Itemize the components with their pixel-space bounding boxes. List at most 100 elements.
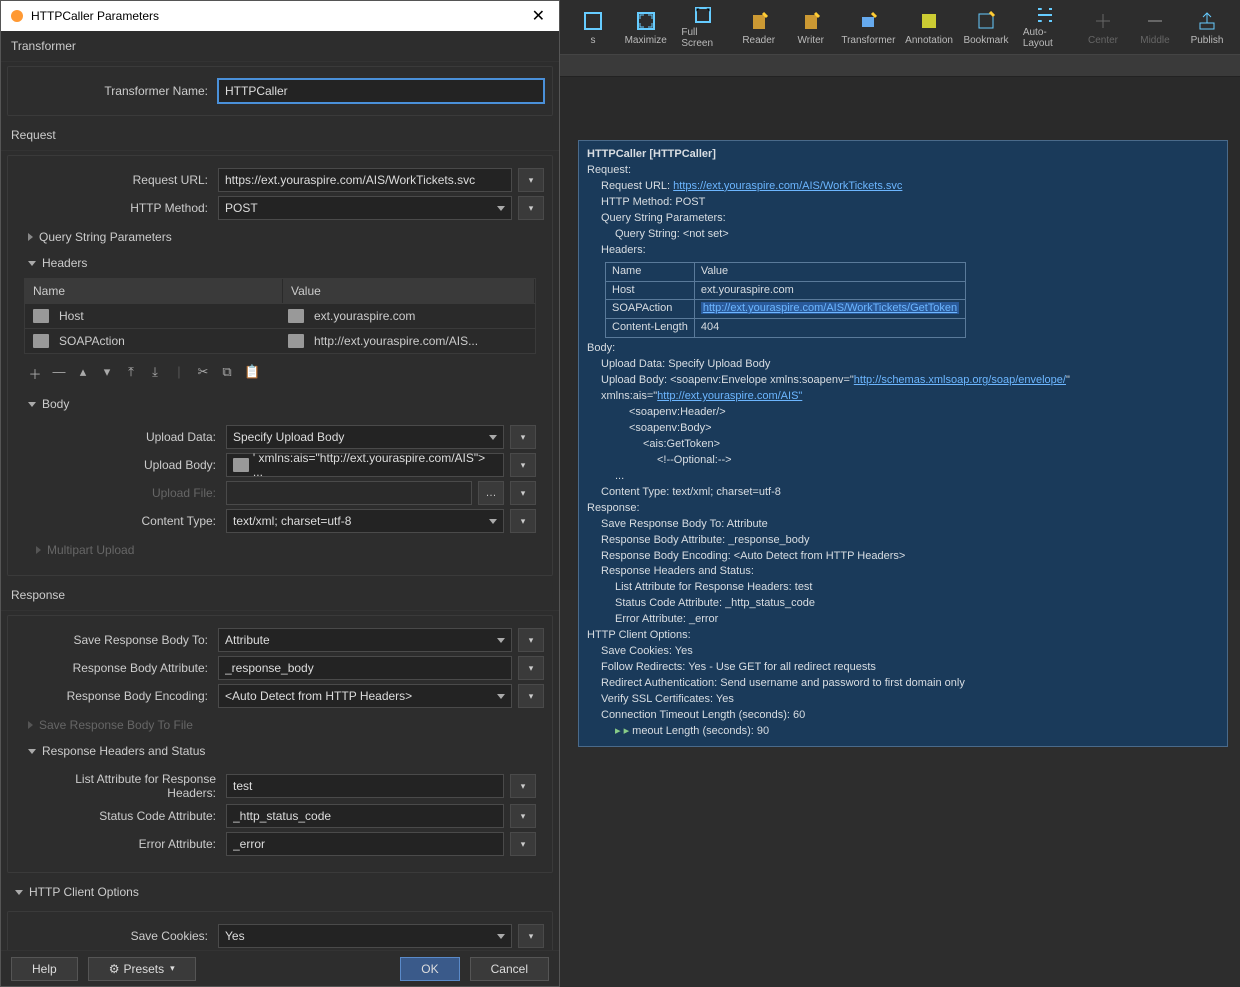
- tool-maximize[interactable]: Maximize: [620, 3, 671, 51]
- tooltip-url-link[interactable]: https://ext.youraspire.com/AIS/WorkTicke…: [673, 180, 902, 192]
- expander-body[interactable]: Body: [16, 391, 544, 417]
- upload-body-input[interactable]: ' xmlns:ais="http://ext.youraspire.com/A…: [226, 453, 504, 477]
- tool-partial[interactable]: s: [568, 3, 618, 51]
- chevron-right-icon: [28, 233, 33, 241]
- list-attr-menu-button[interactable]: [510, 774, 536, 798]
- col-name[interactable]: Name: [25, 279, 283, 303]
- table-row[interactable]: SOAPAction http://ext.youraspire.com/AIS…: [25, 328, 535, 353]
- label-save-response-to: Save Response Body To:: [16, 633, 212, 647]
- label-save-cookies: Save Cookies:: [16, 929, 212, 943]
- response-body-enc-select[interactable]: <Auto Detect from HTTP Headers>: [218, 684, 512, 708]
- chevron-down-icon: [15, 890, 23, 895]
- remove-icon[interactable]: —: [52, 364, 66, 383]
- request-url-input[interactable]: [218, 168, 512, 192]
- httpcaller-dialog: HTTPCaller Parameters ✕ Transformer Tran…: [0, 0, 560, 987]
- expander-response-headers-status[interactable]: Response Headers and Status: [16, 738, 544, 764]
- row-icon: [288, 334, 304, 348]
- expander-query-string[interactable]: Query String Parameters: [16, 224, 544, 250]
- content-type-select[interactable]: text/xml; charset=utf-8: [226, 509, 504, 533]
- move-down-icon[interactable]: ▾: [100, 364, 114, 383]
- upload-file-menu-button: [510, 481, 536, 505]
- chevron-down-icon: [489, 435, 497, 440]
- chevron-down-icon: [28, 402, 36, 407]
- error-attr-input[interactable]: [226, 832, 504, 856]
- paste-icon[interactable]: 📋: [244, 364, 258, 383]
- section-response: Response: [1, 580, 559, 611]
- canvas-tabstrip: [560, 55, 1240, 77]
- status-code-attr-input[interactable]: [226, 804, 504, 828]
- presets-button[interactable]: ⚙Presets▾: [88, 957, 196, 981]
- upload-data-select[interactable]: Specify Upload Body: [226, 425, 504, 449]
- copy-icon[interactable]: ⧉: [220, 364, 234, 383]
- expander-http-client-options[interactable]: HTTP Client Options: [1, 877, 559, 907]
- save-cookies-select[interactable]: Yes: [218, 924, 512, 948]
- col-value[interactable]: Value: [283, 279, 535, 303]
- label-upload-data: Upload Data:: [24, 430, 220, 444]
- list-attr-input[interactable]: [226, 774, 504, 798]
- tool-writer[interactable]: Writer: [786, 3, 836, 51]
- upload-body-menu-button[interactable]: [510, 453, 536, 477]
- tool-annotation[interactable]: Annotation: [901, 3, 957, 51]
- chevron-down-icon: [28, 261, 36, 266]
- label-request-url: Request URL:: [16, 173, 212, 187]
- content-type-menu-button[interactable]: [510, 509, 536, 533]
- tooltip-panel: HTTPCaller [HTTPCaller] Request: Request…: [578, 140, 1228, 747]
- move-up-icon[interactable]: ▴: [76, 364, 90, 383]
- tooltip-soapaction-link[interactable]: http://ext.youraspire.com/AIS/WorkTicket…: [701, 302, 959, 314]
- chevron-down-icon: [497, 934, 505, 939]
- window-title: HTTPCaller Parameters: [31, 9, 159, 23]
- label-http-method: HTTP Method:: [16, 201, 212, 215]
- table-row[interactable]: Host ext.youraspire.com: [25, 303, 535, 328]
- label-upload-body: Upload Body:: [24, 458, 220, 472]
- tool-publish[interactable]: Publish: [1182, 3, 1232, 51]
- save-response-to-menu-button[interactable]: [518, 628, 544, 652]
- add-icon[interactable]: ＋: [28, 364, 42, 383]
- label-response-body-attr: Response Body Attribute:: [16, 661, 212, 675]
- upload-data-menu-button[interactable]: [510, 425, 536, 449]
- help-button[interactable]: Help: [11, 957, 78, 981]
- save-cookies-menu-button[interactable]: [518, 924, 544, 948]
- headers-table: Name Value Host ext.youraspire.com SOAPA…: [24, 278, 536, 354]
- request-url-menu-button[interactable]: [518, 168, 544, 192]
- status-code-attr-menu-button[interactable]: [510, 804, 536, 828]
- tool-fullscreen[interactable]: Full Screen: [673, 3, 731, 51]
- response-body-attr-menu-button[interactable]: [518, 656, 544, 680]
- tooltip-title: HTTPCaller [HTTPCaller]: [587, 147, 1219, 163]
- ok-button[interactable]: OK: [400, 957, 459, 981]
- chevron-down-icon: [497, 694, 505, 699]
- dialog-footer: Help ⚙Presets▾ OK Cancel: [1, 950, 559, 986]
- http-method-select[interactable]: POST: [218, 196, 512, 220]
- tooltip-headers-table: NameValue Hostext.youraspire.com SOAPAct…: [605, 262, 966, 339]
- tool-autolayout[interactable]: Auto-Layout: [1015, 3, 1076, 51]
- titlebar[interactable]: HTTPCaller Parameters ✕: [1, 1, 559, 31]
- move-top-icon[interactable]: ⤒: [124, 364, 138, 383]
- section-transformer: Transformer: [1, 31, 559, 62]
- tool-transformer[interactable]: Transformer: [838, 3, 899, 51]
- section-request: Request: [1, 120, 559, 151]
- tool-reader[interactable]: Reader: [734, 3, 784, 51]
- tool-bookmark[interactable]: Bookmark: [959, 3, 1013, 51]
- label-upload-file: Upload File:: [24, 486, 220, 500]
- chevron-right-icon: [36, 546, 41, 554]
- label-content-type: Content Type:: [24, 514, 220, 528]
- expander-save-response-file: Save Response Body To File: [16, 712, 544, 738]
- label-error-attr: Error Attribute:: [24, 837, 220, 851]
- response-body-attr-input[interactable]: [218, 656, 512, 680]
- error-attr-menu-button[interactable]: [510, 832, 536, 856]
- close-icon[interactable]: ✕: [526, 6, 551, 26]
- cancel-button[interactable]: Cancel: [470, 957, 549, 981]
- save-response-to-select[interactable]: Attribute: [218, 628, 512, 652]
- expander-headers[interactable]: Headers: [16, 250, 544, 276]
- cut-icon[interactable]: ✂: [196, 364, 210, 383]
- transformer-name-input[interactable]: [218, 79, 544, 103]
- tool-middle: Middle: [1130, 3, 1180, 51]
- http-method-menu-button[interactable]: [518, 196, 544, 220]
- app-icon: [9, 8, 25, 24]
- chevron-down-icon: [497, 638, 505, 643]
- chevron-down-icon: ▾: [170, 963, 175, 974]
- label-response-body-enc: Response Body Encoding:: [16, 689, 212, 703]
- response-body-enc-menu-button[interactable]: [518, 684, 544, 708]
- move-bottom-icon[interactable]: ⤓: [148, 364, 162, 383]
- row-icon: [33, 309, 49, 323]
- upload-file-input: [226, 481, 472, 505]
